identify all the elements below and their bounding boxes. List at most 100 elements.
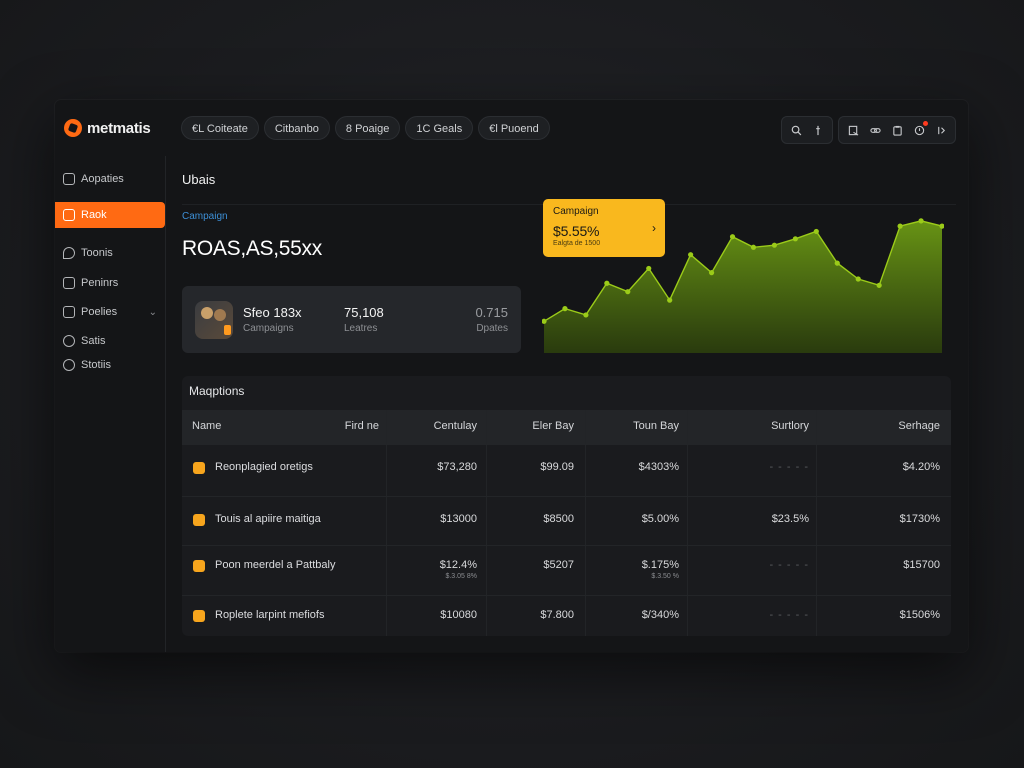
- chart-point[interactable]: [771, 242, 778, 248]
- campaign-link[interactable]: Campaign: [182, 211, 228, 222]
- chart-point[interactable]: [897, 223, 903, 229]
- cell-serhage: $1730%: [899, 513, 940, 525]
- app-window: metmatis €L Coiteate Citbanbo 8 Poaige 1…: [55, 100, 968, 652]
- roas-metric: ROAS,AS,55xx: [182, 237, 322, 260]
- sidebar-item-label: Peninrs: [81, 277, 119, 289]
- column-header-surtlory[interactable]: Surtlory: [771, 420, 809, 432]
- sidebar-item-peninrs[interactable]: Peninrs: [55, 270, 165, 296]
- tooltip-title: Campaign: [553, 206, 599, 217]
- column-header-fird[interactable]: Fird ne: [345, 420, 379, 432]
- column-header-name[interactable]: Name: [192, 420, 221, 432]
- chart-point[interactable]: [625, 289, 631, 295]
- cell-centulay: $73,280: [437, 461, 477, 473]
- sidebar-item-label: Aopaties: [81, 173, 124, 185]
- tab-coiteate[interactable]: €L Coiteate: [181, 116, 259, 140]
- search-icon[interactable]: [786, 120, 806, 140]
- stats-card: Sfeo 183x Campaigns 75,108 Leatres 0.715…: [182, 286, 521, 353]
- tooltip-value: $5.55%: [553, 223, 600, 239]
- chart-point[interactable]: [562, 306, 568, 312]
- cell-toun-bay: $/340%: [641, 609, 679, 621]
- link-icon[interactable]: [865, 120, 885, 140]
- chart-point[interactable]: [855, 276, 861, 282]
- chart-point[interactable]: [918, 218, 924, 224]
- chart-point[interactable]: [646, 265, 652, 272]
- filter-icon[interactable]: [808, 120, 828, 140]
- cell-eler-bay: $8500: [543, 513, 574, 525]
- column-header-toun-bay[interactable]: Toun Bay: [633, 420, 679, 432]
- notification-icon[interactable]: [909, 120, 929, 140]
- sidebar-item-toonis[interactable]: Toonis: [55, 240, 165, 266]
- cell-centulay-sub: $.3.05 8%: [445, 573, 477, 580]
- table-row[interactable]: Poon meerdel a Pattbaly $12.4% $.3.05 8%…: [182, 545, 951, 596]
- document-icon[interactable]: [843, 120, 863, 140]
- row-name: Reonplagied oretigs: [215, 461, 313, 473]
- layers-icon: [63, 306, 75, 318]
- chart-tooltip[interactable]: Campaign $5.55% Ealgta de 1500 ›: [543, 199, 665, 257]
- chart-point[interactable]: [792, 236, 798, 242]
- sidebar-item-label: Poelies: [81, 306, 118, 318]
- chart-point[interactable]: [813, 228, 819, 235]
- cell-surtlory: - - - - -: [769, 461, 809, 473]
- chart-point[interactable]: [729, 234, 736, 240]
- tab-citbanbo[interactable]: Citbanbo: [263, 116, 330, 140]
- stat-dpates: 0.715 Dpates: [475, 305, 508, 334]
- top-tabs: €L Coiteate Citbanbo 8 Poaige 1C Geals €…: [181, 116, 550, 140]
- cell-centulay: $12.4%: [439, 559, 477, 571]
- chevron-right-icon: ›: [652, 221, 656, 235]
- cell-centulay: $13000: [440, 513, 477, 525]
- sidebar-item-aopaties[interactable]: Aopaties: [55, 166, 165, 192]
- brand-logo[interactable]: metmatis: [64, 119, 151, 137]
- table-row[interactable]: Reonplagied oretigs $73,280 $99.09 $4303…: [182, 444, 951, 495]
- clipboard-icon[interactable]: [887, 120, 907, 140]
- tag-icon: [63, 247, 75, 259]
- column-header-serhage[interactable]: Serhage: [898, 420, 940, 432]
- folder-icon: [63, 173, 75, 185]
- cell-toun-bay: $.175%: [641, 559, 679, 571]
- notification-dot: [923, 121, 928, 126]
- chart-point[interactable]: [688, 252, 694, 258]
- logo-icon: [64, 119, 82, 137]
- stat-leatres: 75,108 Leatres: [344, 305, 384, 334]
- grid-icon: [63, 277, 75, 289]
- expand-icon[interactable]: [931, 120, 951, 140]
- checkbox-icon: [193, 610, 205, 622]
- chart-point[interactable]: [583, 312, 589, 318]
- cell-surtlory: - - - - -: [769, 559, 809, 571]
- sidebar-item-label: Stotiis: [81, 359, 111, 371]
- tab-geals[interactable]: 1C Geals: [405, 116, 474, 140]
- chart-point[interactable]: [750, 244, 757, 250]
- stat-label: Dpates: [476, 323, 508, 334]
- header-actions: [781, 116, 956, 144]
- cell-toun-bay: $5.00%: [641, 513, 679, 525]
- avatar[interactable]: [195, 301, 233, 339]
- chart-point[interactable]: [876, 282, 882, 288]
- table-row[interactable]: Touis al apiire maitiga $13000 $8500 $5.…: [182, 496, 951, 547]
- sidebar-item-poelies[interactable]: Poelies ⌄: [55, 299, 165, 325]
- campaign-icon: [193, 462, 205, 474]
- chart-point[interactable]: [708, 270, 715, 276]
- sidebar-item-satis[interactable]: Satis: [55, 328, 165, 354]
- row-name: Poon meerdel a Pattbaly: [215, 559, 336, 571]
- column-header-eler-bay[interactable]: Eler Bay: [532, 420, 574, 432]
- cell-toun-bay-sub: $.3.50 %: [651, 573, 679, 580]
- table-row[interactable]: Roplete larpint mefiofs $10080 $7.800 $/…: [182, 595, 951, 636]
- stat-label: Leatres: [344, 323, 378, 334]
- chevron-down-icon: ⌄: [148, 306, 157, 318]
- stat-value: Sfeo 183x: [243, 305, 302, 320]
- sidebar-item-raok[interactable]: Raok: [55, 202, 165, 228]
- tab-puoend[interactable]: €l Puoend: [478, 116, 550, 140]
- column-header-centulay[interactable]: Centulay: [434, 420, 477, 432]
- tab-poaige[interactable]: 8 Poaige: [334, 116, 401, 140]
- avatar-badge: [224, 325, 231, 335]
- logo-text: metmatis: [87, 119, 151, 137]
- table-title: Maqptions: [189, 384, 245, 398]
- row-name: Roplete larpint mefiofs: [215, 609, 325, 621]
- cell-serhage: $15700: [903, 559, 940, 571]
- sidebar-item-stotiis[interactable]: Stotiis: [55, 352, 165, 378]
- chart-point[interactable]: [604, 280, 610, 286]
- chart-point[interactable]: [667, 297, 673, 303]
- briefcase-icon: [63, 209, 75, 221]
- row-name: Touis al apiire maitiga: [215, 513, 321, 525]
- tooltip-sub: Ealgta de 1500: [553, 240, 601, 247]
- chart-point[interactable]: [834, 260, 840, 266]
